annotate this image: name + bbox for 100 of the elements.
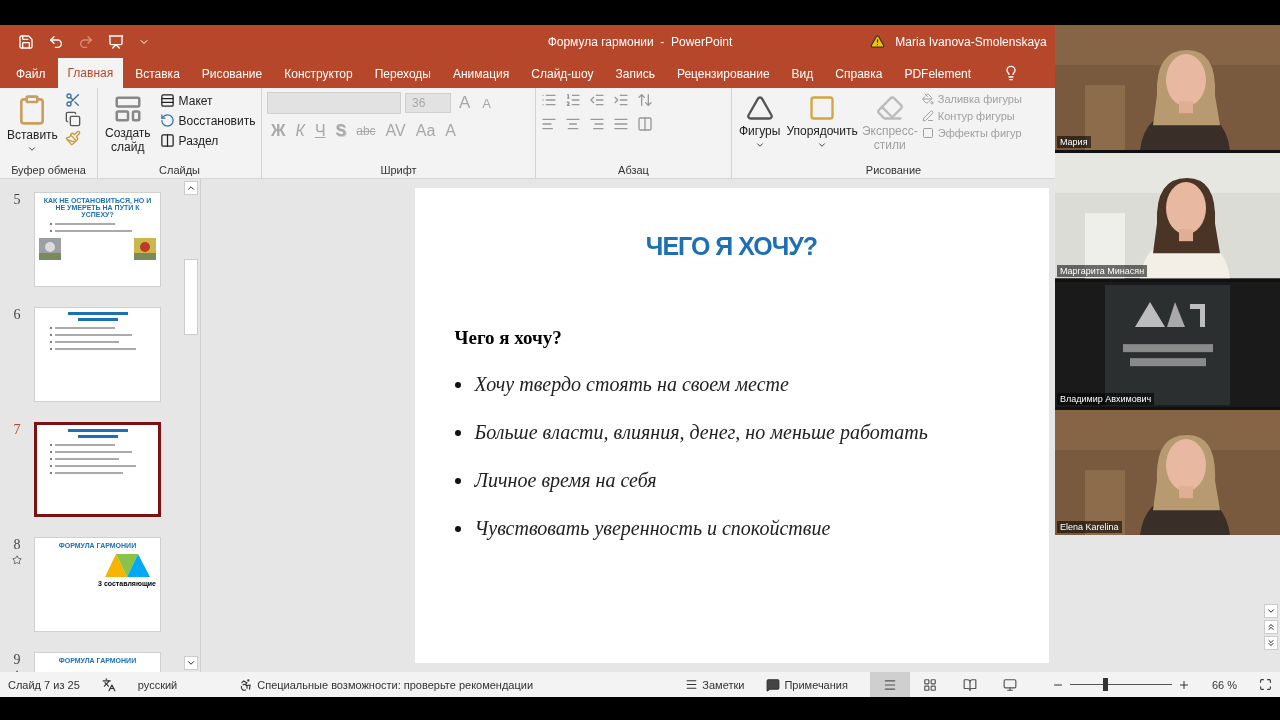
slide-number: 6 (13, 307, 21, 323)
caret-icon (817, 140, 828, 150)
show-view-icon (1002, 677, 1017, 692)
caret-icon (1266, 606, 1276, 616)
bullet-dot (454, 477, 461, 484)
slide-number: 8 (13, 537, 21, 553)
new-slide-button[interactable]: Создать слайд (103, 92, 153, 164)
save-icon[interactable] (18, 33, 34, 50)
comments-button[interactable]: Примечания (766, 677, 848, 692)
caret-icon (186, 658, 196, 668)
ribbon-tab[interactable]: Справка (825, 60, 893, 88)
zoom-thumb[interactable] (1102, 678, 1108, 691)
numbering-icon[interactable] (565, 92, 581, 108)
columns-icon[interactable] (637, 116, 653, 132)
ribbon-tab[interactable]: Файл (6, 60, 56, 88)
ribbon-tab[interactable]: Главная (57, 58, 124, 88)
ribbon-tab[interactable]: Анимация (442, 60, 520, 88)
ribbon-tab[interactable]: Запись (605, 60, 665, 88)
reset-icon (159, 113, 175, 128)
scrollbar-thumb[interactable] (184, 259, 198, 335)
accessibility-icon (239, 677, 254, 692)
slide-number: 7 (13, 422, 21, 438)
bullet-dot (454, 429, 461, 436)
zoom-in-icon[interactable] (1177, 678, 1190, 691)
justify-icon[interactable] (613, 116, 629, 132)
bullets-icon[interactable] (541, 92, 557, 108)
slide-title: ЧЕГО Я ХОЧУ? (645, 232, 818, 261)
undo-icon[interactable] (48, 33, 64, 50)
section-button[interactable]: Раздел (157, 132, 258, 149)
ribbon-tab[interactable]: Рисование (191, 60, 273, 88)
sorter-view-icon (922, 677, 937, 692)
square-icon (921, 127, 934, 139)
participant-name: Мария (1057, 136, 1091, 149)
normal-view-icon (882, 677, 897, 692)
bullet-text: Хочу твердо стоять на своем месте (474, 373, 789, 396)
caret-icon (27, 144, 38, 154)
align-center-icon[interactable] (565, 116, 581, 132)
participant-name: Elena Karelina (1057, 521, 1122, 533)
spelling-icon[interactable] (101, 677, 116, 692)
slide-heading: Чего я хочу? (454, 327, 563, 349)
window-title: Формула гармонии - PowerPoint (547, 34, 733, 49)
caret-icon (186, 183, 196, 193)
ribbon-tab[interactable]: Вставка (125, 60, 190, 88)
previous-slide-button[interactable] (1264, 620, 1278, 634)
scroll-down-button[interactable] (184, 656, 198, 670)
normal-view-button[interactable] (869, 672, 910, 697)
align-left-icon[interactable] (541, 116, 557, 132)
shapes-button[interactable]: Фигуры (737, 92, 783, 164)
triangles-drawing (105, 552, 150, 577)
arrange-icon (808, 94, 837, 122)
eraser-icon (875, 94, 904, 122)
group-label: Слайды (159, 164, 200, 176)
pen-icon (921, 110, 934, 122)
cut-icon[interactable] (64, 92, 81, 108)
slide-number: 9 (13, 652, 21, 668)
slide-thumbnail[interactable] (34, 422, 161, 517)
caret-icon (754, 140, 765, 150)
group-label: Буфер обмена (11, 164, 86, 176)
notes-button[interactable]: Заметки (685, 678, 745, 691)
layout-button[interactable]: Макет (157, 92, 258, 109)
ribbon-tab[interactable]: Слайд-шоу (521, 60, 604, 88)
align-right-icon[interactable] (589, 116, 605, 132)
double-caret-icon (1266, 638, 1276, 648)
reading-view-icon (962, 677, 977, 692)
bullet-dot (454, 381, 461, 388)
ribbon-tab[interactable]: PDFelement (894, 60, 982, 88)
scroll-up-button[interactable] (184, 181, 198, 195)
slide-counter: Слайд 7 из 25 (8, 678, 80, 691)
fit-slide-icon[interactable] (1259, 678, 1272, 691)
scroll-down-button[interactable] (1264, 604, 1278, 618)
zoom-level: 66 % (1211, 678, 1237, 691)
increase-indent-icon[interactable] (613, 92, 629, 108)
comment-icon (766, 677, 781, 692)
paste-button[interactable]: Вставить (5, 92, 60, 164)
ribbon-tab[interactable]: Конструктор (274, 60, 363, 88)
bucket-icon (921, 93, 934, 105)
participant-name: Владимир Авхимович (1057, 392, 1155, 405)
bullet-text: Чувствовать уверенность и спокойствие (474, 517, 831, 540)
presentation-icon[interactable] (108, 33, 124, 50)
line-spacing-icon[interactable] (637, 92, 653, 108)
decrease-indent-icon[interactable] (589, 92, 605, 108)
bullet-text: Личное время на себя (474, 469, 657, 492)
shapes-icon (745, 94, 774, 122)
reset-button[interactable]: Восстановить (157, 112, 258, 129)
group-label: Абзац (618, 164, 649, 176)
accessibility-button[interactable]: Специальные возможности: проверьте рекомендации (239, 677, 534, 692)
participant-name: Маргарита Минасян (1057, 264, 1148, 277)
ribbon-tab[interactable]: Переходы (364, 60, 441, 88)
user-name: Maria Ivanova-Smolenskaya (895, 34, 1047, 49)
next-slide-button[interactable] (1264, 636, 1278, 650)
double-caret-icon (1266, 622, 1276, 632)
group-label: Рисование (865, 164, 922, 176)
slide-number: 5 (13, 192, 21, 208)
bullet-text: Больше власти, влияния, денег, но меньше работать (474, 421, 928, 444)
language-label: русский (137, 678, 178, 691)
arrange-button[interactable]: Упорядочить (784, 92, 860, 164)
section-icon (159, 133, 175, 148)
ribbon-tab[interactable]: Рецензирование (666, 60, 780, 88)
ribbon-tab[interactable]: Вид (781, 60, 824, 88)
copy-icon[interactable] (64, 111, 81, 127)
